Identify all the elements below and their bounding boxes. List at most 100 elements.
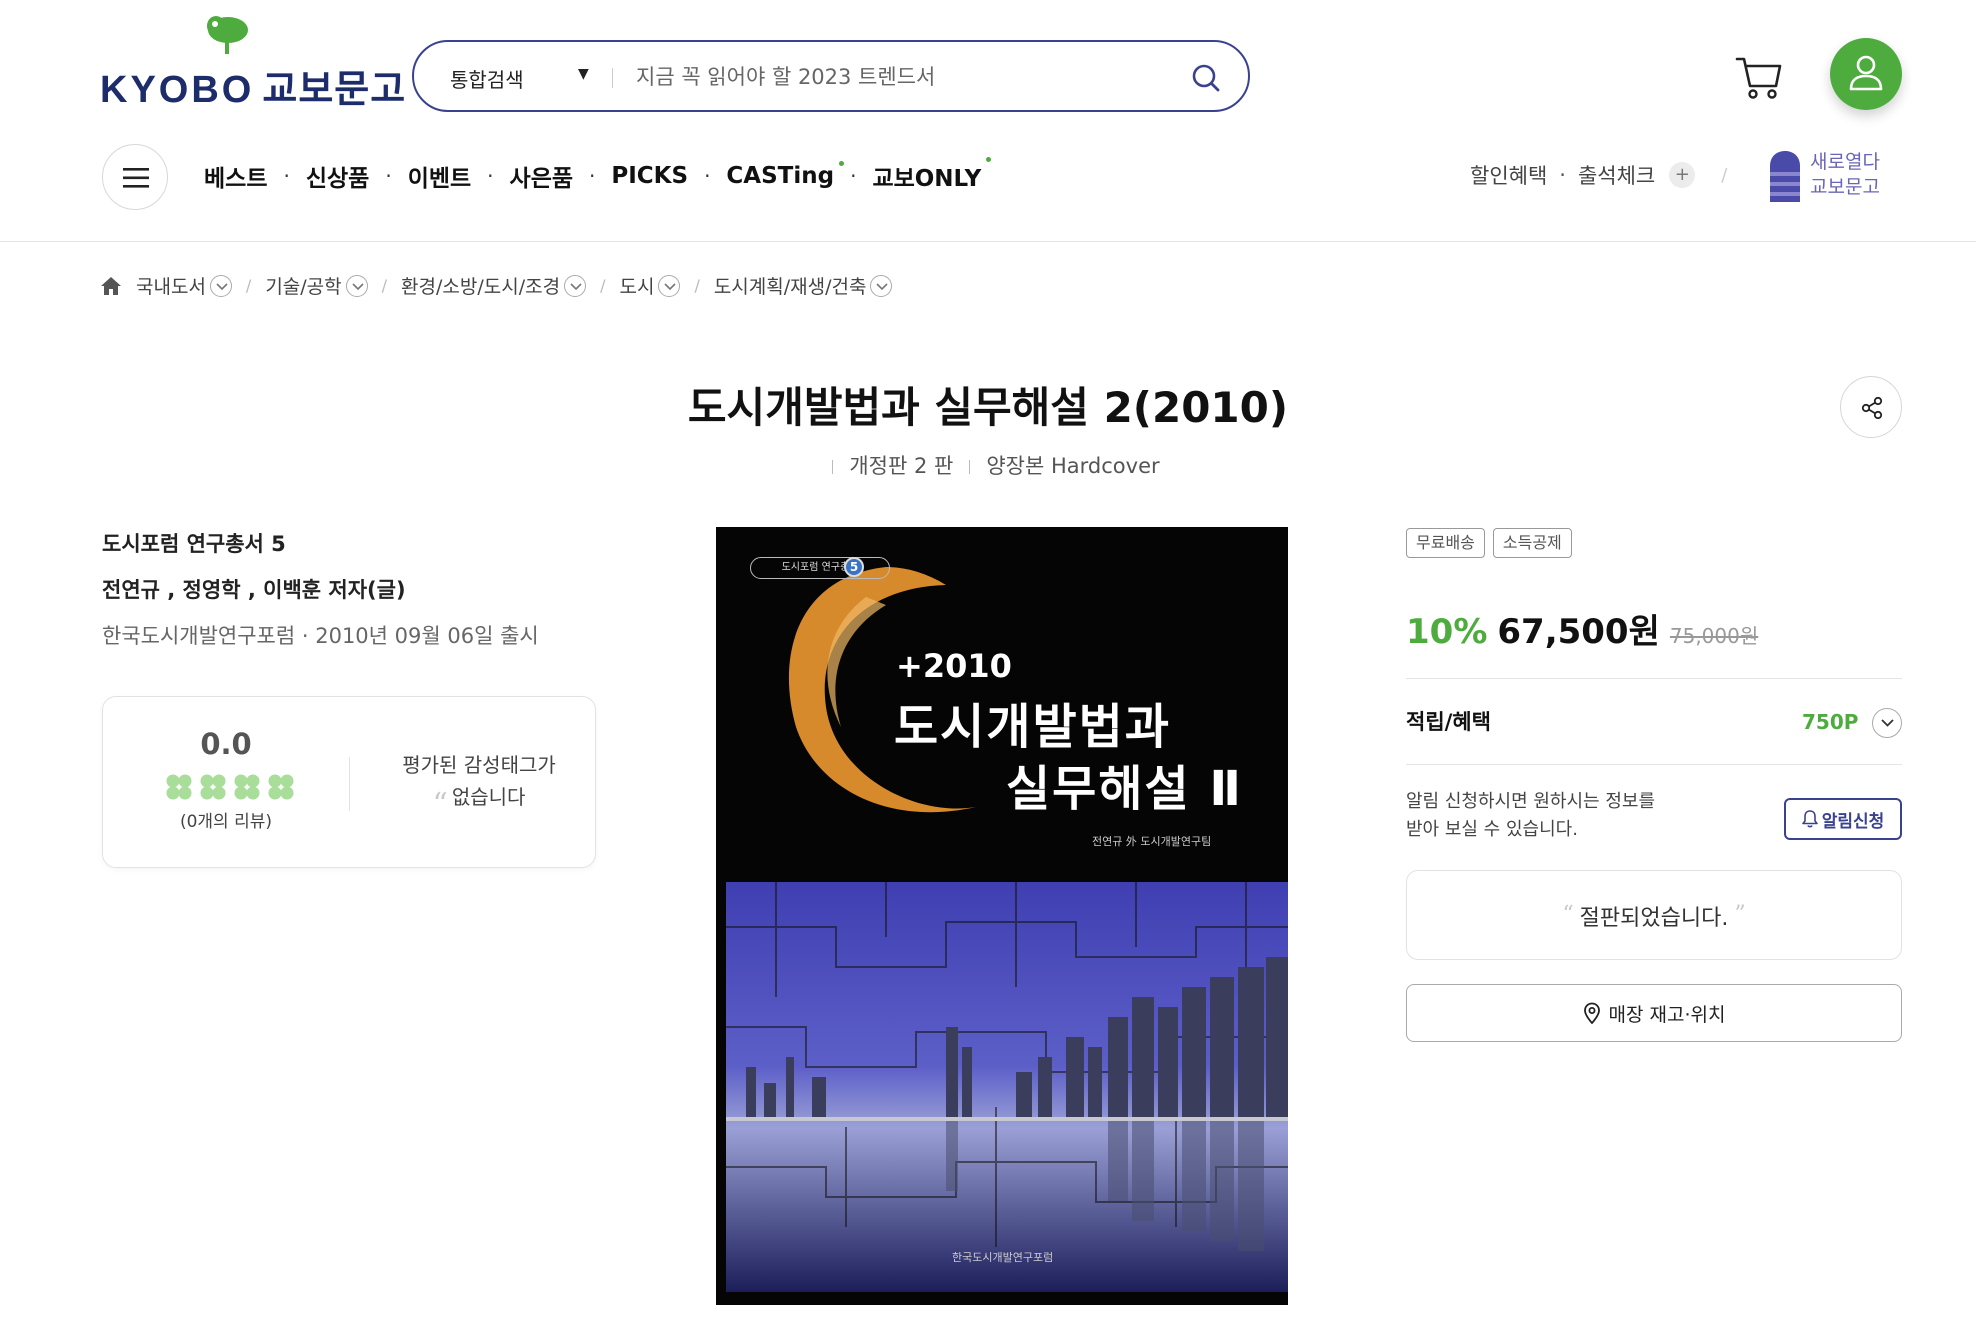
breadcrumb-item[interactable]: 도시계획/재생/건축 <box>714 272 893 299</box>
cart-icon[interactable] <box>1734 52 1784 102</box>
chevron-down-icon[interactable] <box>345 274 368 297</box>
discount-benefits-link[interactable]: 할인혜택 <box>1470 160 1547 190</box>
breadcrumb-item[interactable]: 기술/공학 <box>265 272 368 299</box>
divider <box>1406 678 1902 679</box>
logo-text-ko: 교보문고 <box>262 69 407 111</box>
discount-rate: 10% <box>1406 612 1488 652</box>
nav-separator: · <box>283 164 290 188</box>
nav-gifts[interactable]: 사은품 <box>510 159 573 193</box>
share-button[interactable] <box>1840 376 1902 438</box>
caret-down-icon[interactable]: ▼ <box>578 66 589 82</box>
cover-year: +2010 <box>896 647 1012 685</box>
user-icon <box>1849 55 1883 91</box>
util-slash: / <box>1721 164 1728 186</box>
quote-open-icon: “ <box>432 787 448 822</box>
nav-new-products[interactable]: 신상품 <box>306 159 369 193</box>
nav-picks[interactable]: PICKS <box>611 163 688 189</box>
price-row: 10% 67,500원 75,000원 <box>1406 604 1758 653</box>
notify-request-label: 알림신청 <box>1821 811 1885 832</box>
quote-close-icon: ” <box>1734 902 1746 927</box>
search-input[interactable] <box>636 58 1156 96</box>
search-category-select[interactable]: 통합검색 <box>450 64 524 93</box>
clover-icon <box>268 774 294 800</box>
breadcrumb-separator: / <box>245 276 252 295</box>
utility-nav: 할인혜택 · 출석체크 + / <box>1470 160 1727 190</box>
breadcrumb-item[interactable]: 도시 <box>619 272 681 299</box>
nav-separator: · <box>589 164 596 188</box>
logo-text: KYOBO <box>100 69 255 111</box>
main-nav: 베스트 · 신상품 · 이벤트 · 사은품 · PICKS · CASTing … <box>204 157 992 193</box>
review-summary-box: 0.0 (0개의 리뷰) 평가된 감성태그가 “없습니다 <box>102 696 596 868</box>
breadcrumb-label: 도시계획/재생/건축 <box>713 276 867 298</box>
nav-separator: · <box>704 164 711 188</box>
store-stock-location-button[interactable]: 매장 재고·위치 <box>1406 984 1902 1042</box>
quote-open-icon: “ <box>1562 902 1574 927</box>
points-label: 적립/혜택 <box>1406 710 1491 734</box>
site-header: KYOBO교보문고 통합검색 ▼ 베스트 · 신상품 · 이벤트 <box>0 0 1976 242</box>
cover-publisher: 한국도시개발연구포럼 <box>952 1251 1054 1264</box>
chevron-down-icon[interactable] <box>658 274 681 297</box>
out-of-print-text: 절판되었습니다. <box>1579 906 1729 931</box>
nav-casting[interactable]: CASTing <box>726 161 845 189</box>
out-of-print-notice: “절판되었습니다.” <box>1406 870 1902 960</box>
share-icon <box>1861 396 1883 420</box>
review-count[interactable]: (0개의 리뷰) <box>103 807 349 832</box>
free-shipping-badge: 무료배송 <box>1406 528 1485 558</box>
notify-request-button[interactable]: 알림신청 <box>1784 798 1902 840</box>
emotion-tag-summary: 평가된 감성태그가 “없습니다 <box>379 749 579 821</box>
hamburger-icon <box>123 168 149 188</box>
clover-icon <box>166 774 192 800</box>
cover-title-line-2: 실무해설 Ⅱ <box>1006 761 1243 817</box>
points-expand-button[interactable] <box>1872 708 1902 738</box>
util-separator: · <box>1559 163 1566 187</box>
plus-icon[interactable]: + <box>1669 162 1696 188</box>
nav-casting-label: CASTing <box>726 163 835 189</box>
chevron-down-icon[interactable] <box>209 274 232 297</box>
home-icon[interactable] <box>100 275 122 297</box>
cover-title-line-1: 도시개발법과 <box>894 699 1171 755</box>
bird-logo-icon <box>207 16 248 54</box>
cover-series-tag: 도시포럼 연구총서 <box>750 557 890 579</box>
emotion-tag-line-1: 평가된 감성태그가 <box>402 753 556 777</box>
chevron-down-icon <box>1881 719 1894 727</box>
nav-kyobo-only-label: 교보ONLY <box>872 166 982 192</box>
product-format: 개정판 2 판 양장본 Hardcover <box>0 450 1976 480</box>
notify-line-1: 알림 신청하시면 원하시는 정보를 <box>1406 791 1656 812</box>
store-stock-location-label: 매장 재고·위치 <box>1608 1003 1726 1026</box>
nav-separator: · <box>487 164 494 188</box>
book-cover-image[interactable]: 도시포럼 연구총서 5 +2010 도시개발법과 실무해설 Ⅱ 전연규 外 도시… <box>716 527 1288 1305</box>
category-menu-button[interactable] <box>102 144 168 210</box>
my-account-button[interactable] <box>1830 38 1902 110</box>
nav-events[interactable]: 이벤트 <box>408 159 471 193</box>
sale-price: 67,500원 <box>1497 612 1660 652</box>
product-title: 도시개발법과 실무해설 2(2010) <box>687 383 1289 432</box>
search-icon[interactable] <box>1190 62 1222 94</box>
cover-artwork <box>726 567 1288 1292</box>
chevron-down-icon[interactable] <box>564 274 587 297</box>
nav-separator: · <box>385 164 392 188</box>
notify-line-2: 받아 보실 수 있습니다. <box>1406 819 1578 840</box>
benefit-badges: 무료배송 소득공제 <box>1406 528 1572 558</box>
door-banner-icon <box>1770 151 1800 202</box>
edition-label: 개정판 2 판 <box>849 454 954 478</box>
promo-banner[interactable]: 새로열다 교보문고 <box>1768 150 1898 204</box>
series-name[interactable]: 도시포럼 연구총서 5 <box>102 528 286 558</box>
format-divider <box>832 460 834 474</box>
breadcrumb-item[interactable]: 국내도서 <box>136 272 232 299</box>
new-dot-indicator <box>839 161 845 166</box>
breadcrumb-item[interactable]: 환경/소방/도시/조경 <box>401 272 587 299</box>
kyobo-logo[interactable]: KYOBO 교보문고 <box>100 14 405 111</box>
chevron-down-icon[interactable] <box>870 274 893 297</box>
divider <box>1406 764 1902 765</box>
banner-line-1: 새로열다 <box>1810 151 1880 173</box>
location-pin-icon <box>1583 1002 1600 1024</box>
nav-best[interactable]: 베스트 <box>204 159 267 193</box>
author-list[interactable]: 전연규 , 정영학 , 이백훈 저자(글) <box>102 574 406 604</box>
review-divider <box>349 757 350 811</box>
cover-series-number: 5 <box>844 557 864 577</box>
attendance-check-link[interactable]: 출석체크 <box>1578 160 1655 190</box>
publisher-date: 한국도시개발연구포럼 · 2010년 09월 06일 출시 <box>102 624 539 648</box>
bell-icon <box>1801 810 1818 828</box>
nav-kyobo-only[interactable]: 교보ONLY <box>872 157 992 193</box>
clover-rating <box>165 773 295 801</box>
